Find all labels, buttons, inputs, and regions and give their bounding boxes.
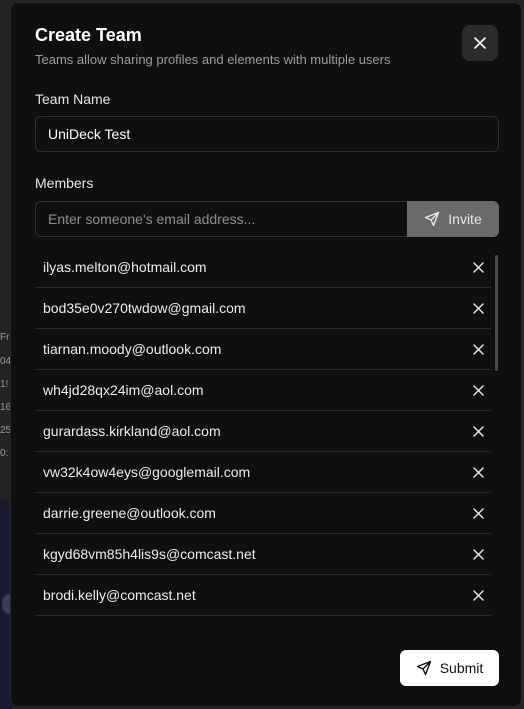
member-list-scrollbar[interactable] (495, 255, 499, 617)
close-icon (472, 548, 484, 560)
email-input[interactable] (35, 201, 408, 237)
invite-row: Invite (35, 201, 499, 237)
member-email: ilyas.melton@hotmail.com (43, 259, 207, 275)
list-item: kgyd68vm85h4lis9s@comcast.net (35, 534, 491, 575)
list-item: gurardass.kirkland@aol.com (35, 411, 491, 452)
member-email: vw32k4ow4eys@googlemail.com (43, 464, 251, 480)
close-icon (472, 507, 484, 519)
list-item: bod35e0v270twdow@gmail.com (35, 288, 491, 329)
close-icon (472, 589, 484, 601)
modal-title: Create Team (35, 25, 142, 45)
members-label: Members (35, 175, 94, 191)
member-email: kgyd68vm85h4lis9s@comcast.net (43, 546, 256, 562)
list-item: ilyas.melton@hotmail.com (35, 247, 491, 288)
close-icon (472, 343, 484, 355)
list-item: tiarnan.moody@outlook.com (35, 329, 491, 370)
remove-member-button[interactable] (471, 588, 485, 602)
send-icon (425, 211, 440, 227)
close-icon (472, 261, 484, 273)
member-list: ilyas.melton@hotmail.com bod35e0v270twdo… (35, 247, 491, 617)
remove-member-button[interactable] (471, 424, 485, 438)
invite-button[interactable]: Invite (407, 201, 499, 237)
remove-member-button[interactable] (471, 260, 485, 274)
submit-button[interactable]: Submit (400, 650, 499, 686)
create-team-modal: Create Team Teams allow sharing profiles… (10, 2, 522, 707)
list-item: wh4jd28qx24im@aol.com (35, 370, 491, 411)
close-icon (472, 425, 484, 437)
remove-member-button[interactable] (471, 383, 485, 397)
member-email: wh4jd28qx24im@aol.com (43, 382, 204, 398)
close-icon (472, 384, 484, 396)
member-email: tiarnan.moody@outlook.com (43, 341, 222, 357)
scrollbar-thumb[interactable] (495, 255, 498, 371)
remove-member-button[interactable] (471, 547, 485, 561)
close-icon (472, 302, 484, 314)
close-icon (472, 466, 484, 478)
remove-member-button[interactable] (471, 342, 485, 356)
list-item: brodi.kelly@comcast.net (35, 575, 491, 616)
list-item: darrie.greene@outlook.com (35, 493, 491, 534)
remove-member-button[interactable] (471, 301, 485, 315)
team-name-input[interactable] (35, 116, 499, 152)
member-email: brodi.kelly@comcast.net (43, 587, 196, 603)
invite-label: Invite (448, 211, 482, 227)
member-email: darrie.greene@outlook.com (43, 505, 216, 521)
close-icon (474, 37, 486, 49)
send-icon (416, 660, 431, 676)
remove-member-button[interactable] (471, 465, 485, 479)
remove-member-button[interactable] (471, 506, 485, 520)
member-email: gurardass.kirkland@aol.com (43, 423, 221, 439)
submit-label: Submit (439, 660, 484, 676)
team-name-label: Team Name (35, 91, 111, 107)
member-email: bod35e0v270twdow@gmail.com (43, 300, 246, 316)
close-button[interactable] (462, 25, 498, 61)
modal-subtitle: Teams allow sharing profiles and element… (35, 52, 391, 67)
list-item: vw32k4ow4eys@googlemail.com (35, 452, 491, 493)
